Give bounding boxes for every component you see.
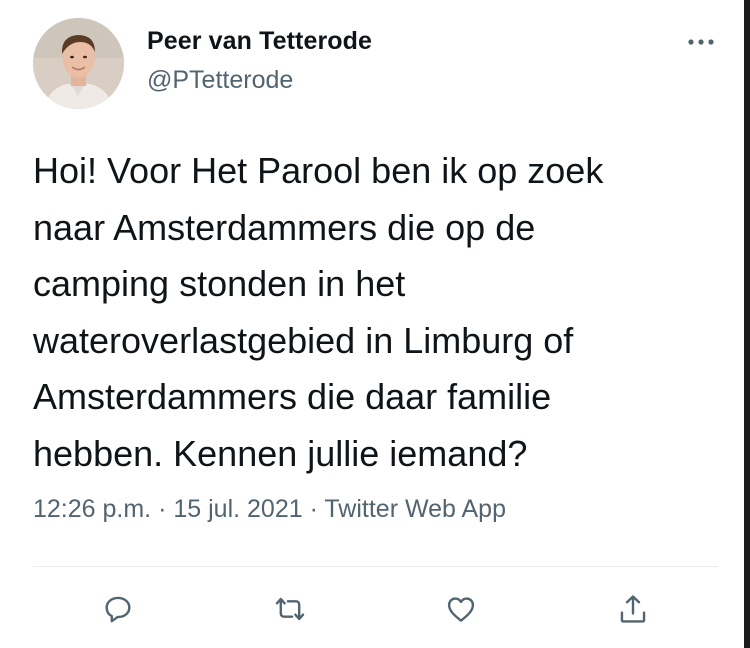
more-dots-icon [688,39,714,45]
more-options-button[interactable] [683,28,719,56]
tweet-time[interactable]: 12:26 p.m. [33,495,151,523]
tweet-text-line: camping stonden in het [33,263,406,304]
retweet-icon [275,597,305,621]
share-button[interactable] [613,589,653,629]
meta-separator: · [302,495,325,523]
user-handle[interactable]: @PTetterode [147,66,293,95]
avatar-photo [33,18,124,109]
like-icon [447,597,475,622]
tweet-card: Peer van Tetterode @PTetterode Hoi! Voor… [0,0,750,648]
divider [33,566,718,567]
meta-separator: · [151,495,174,523]
avatar[interactable] [33,18,124,109]
reply-icon [105,596,131,623]
screen-edge [744,0,750,648]
like-button[interactable] [441,589,481,629]
share-icon [620,595,646,623]
tweet-source[interactable]: Twitter Web App [324,495,506,523]
tweet-text-line: hebben. Kennen jullie iemand? [33,432,528,474]
tweet-text-line: Hoi! Voor Het Parool ben ik op zoek [33,150,604,191]
tweet-text-line: Amsterdammers die daar familie [33,376,552,417]
reply-button[interactable] [98,589,138,629]
tweet-date[interactable]: 15 jul. 2021 [173,495,302,523]
tweet-text: Hoi! Voor Het Parool ben ik op zoek naar… [33,143,723,482]
tweet-text-line: naar Amsterdammers die op de [33,206,536,248]
display-name[interactable]: Peer van Tetterode [147,27,372,56]
tweet-metadata: 12:26 p.m. · 15 jul. 2021 · Twitter Web … [33,495,506,524]
tweet-text-line: wateroverlastgebied in Limburg of [33,319,574,361]
retweet-button[interactable] [270,589,310,629]
